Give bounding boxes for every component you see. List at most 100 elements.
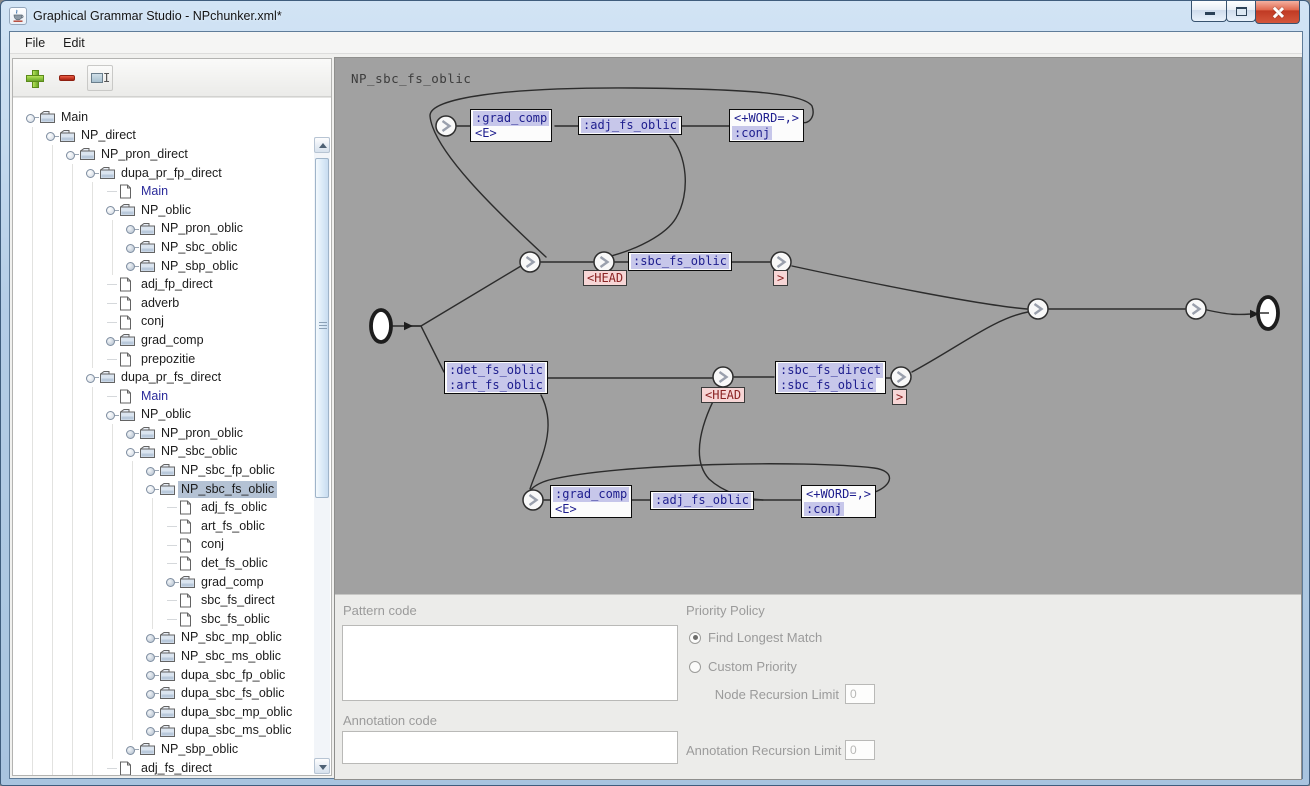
tree-expand-handle[interactable] — [105, 201, 119, 220]
minimize-button[interactable] — [1191, 1, 1227, 22]
tree-expand-handle[interactable] — [85, 368, 99, 387]
scroll-down-button[interactable] — [314, 758, 330, 774]
tree-node-label[interactable]: NP_pron_direct — [98, 146, 191, 163]
scrollbar-thumb[interactable] — [315, 158, 329, 498]
tree-node[interactable]: NP_sbc_fs_oblic — [25, 479, 314, 499]
tree-expand-handle[interactable] — [145, 480, 159, 499]
rename-button[interactable]: I — [87, 64, 113, 91]
scroll-up-button[interactable] — [314, 137, 330, 153]
tree-node-label[interactable]: prepozitie — [138, 351, 198, 368]
state-nodes[interactable] — [369, 115, 1280, 511]
tree-node[interactable]: NP_oblic — [25, 200, 314, 220]
tree-node-label[interactable]: dupa_sbc_fp_oblic — [178, 667, 288, 684]
tree-expand-handle[interactable] — [125, 238, 139, 257]
tree-node-label[interactable]: NP_oblic — [138, 406, 194, 423]
tree-node-label[interactable]: dupa_sbc_fs_oblic — [178, 685, 288, 702]
tree-node[interactable]: conj — [25, 535, 314, 555]
tree-node-label[interactable]: adj_fs_direct — [138, 760, 215, 775]
tree-node-label[interactable]: NP_oblic — [138, 202, 194, 219]
tree-node-label[interactable]: Main — [138, 183, 171, 200]
remove-button[interactable] — [54, 65, 80, 91]
transition-box-adj-fs-oblic-bottom[interactable]: :adj_fs_oblic — [650, 491, 754, 510]
tree-node-label[interactable]: adverb — [138, 295, 182, 312]
tree-expand-handle[interactable] — [145, 703, 159, 722]
tree-node[interactable]: adverb — [25, 293, 314, 313]
menu-edit[interactable]: Edit — [54, 33, 94, 53]
tree-node[interactable]: dupa_pr_fp_direct — [25, 163, 314, 183]
tree-node[interactable]: NP_sbc_oblic — [25, 238, 314, 257]
tree-expand-handle[interactable] — [145, 684, 159, 703]
tree-expand-handle[interactable] — [165, 591, 179, 610]
tree-node-label[interactable]: art_fs_oblic — [198, 518, 268, 535]
tree-expand-handle[interactable] — [125, 424, 139, 443]
tree-node[interactable]: dupa_sbc_fs_oblic — [25, 684, 314, 703]
tree-node[interactable]: NP_sbc_fp_oblic — [25, 461, 314, 480]
tree-node[interactable]: prepozitie — [25, 349, 314, 369]
tree-node-label[interactable]: conj — [198, 536, 227, 553]
tree-node-label[interactable]: dupa_pr_fp_direct — [118, 165, 225, 182]
transition-box-det-art-fs-oblic[interactable]: :det_fs_oblic :art_fs_oblic — [444, 361, 548, 394]
tree-node-label[interactable]: NP_sbp_oblic — [158, 258, 241, 275]
tree-expand-handle[interactable] — [145, 722, 159, 741]
tree-expand-handle[interactable] — [145, 666, 159, 685]
menu-file[interactable]: File — [16, 33, 54, 53]
pattern-code-input[interactable] — [342, 625, 678, 701]
tree-node-label[interactable]: NP_sbp_oblic — [158, 741, 241, 758]
head-tag[interactable]: <HEAD — [701, 387, 746, 403]
radio-button-icon[interactable] — [689, 631, 701, 644]
tree-expand-handle[interactable] — [125, 740, 139, 759]
tree-node-label[interactable]: NP_sbc_oblic — [158, 443, 240, 460]
close-button[interactable] — [1255, 1, 1300, 24]
tree-node[interactable]: art_fs_oblic — [25, 517, 314, 536]
tree-node[interactable]: NP_oblic — [25, 405, 314, 425]
tree-node[interactable]: adj_fp_direct — [25, 275, 314, 294]
tree-expand-handle[interactable] — [145, 629, 159, 648]
tree-node-label[interactable]: NP_direct — [78, 127, 139, 144]
tree-node[interactable]: NP_pron_oblic — [25, 424, 314, 443]
annotation-code-input[interactable] — [342, 731, 678, 764]
head-tag[interactable]: <HEAD — [583, 270, 628, 286]
annotation-recursion-limit-input[interactable] — [845, 740, 875, 760]
tree-expand-handle[interactable] — [165, 610, 179, 629]
transition-box-grad-comp-bottom[interactable]: :grad_comp <E> — [550, 485, 633, 518]
tree-node-label[interactable]: sbc_fs_oblic — [198, 611, 273, 628]
tree-node-label[interactable]: sbc_fs_direct — [198, 592, 278, 609]
radio-button-icon[interactable] — [689, 660, 701, 673]
tree-expand-handle[interactable] — [165, 573, 179, 592]
tree-node-label[interactable]: NP_sbc_fp_oblic — [178, 462, 278, 479]
tree-node-label[interactable]: NP_sbc_mp_oblic — [178, 629, 285, 646]
transition-box-adj-fs-oblic-top[interactable]: :adj_fs_oblic — [578, 116, 682, 135]
tree-node[interactable]: dupa_sbc_ms_oblic — [25, 721, 314, 741]
transition-box-word-conj-top[interactable]: <+WORD=,> :conj — [729, 109, 805, 142]
tree-node[interactable]: NP_sbp_oblic — [25, 256, 314, 276]
tree-node[interactable]: conj — [25, 312, 314, 332]
tree-expand-handle[interactable] — [85, 164, 99, 183]
tree-node-label[interactable]: adj_fp_direct — [138, 276, 216, 293]
tree-node[interactable]: Main — [25, 182, 314, 201]
tree-node[interactable]: sbc_fs_direct — [25, 591, 314, 611]
tree-node-label[interactable]: NP_pron_oblic — [158, 220, 246, 237]
tree-node-label[interactable]: NP_sbc_ms_oblic — [178, 648, 284, 665]
tree-node[interactable]: det_fs_oblic — [25, 554, 314, 573]
tree-node[interactable]: NP_sbc_mp_oblic — [25, 628, 314, 648]
transition-box-sbc-fs-oblic-mid[interactable]: :sbc_fs_oblic — [628, 252, 732, 271]
tree-node[interactable]: grad_comp — [25, 331, 314, 350]
custom-priority-option[interactable]: Custom Priority — [689, 659, 797, 674]
tree-expand-handle[interactable] — [105, 350, 119, 369]
tree-expand-handle[interactable] — [65, 145, 79, 164]
tree-expand-handle[interactable] — [165, 517, 179, 536]
tree-node[interactable]: adj_fs_oblic — [25, 498, 314, 518]
tree-node-label[interactable]: grad_comp — [138, 332, 207, 349]
priority-tag[interactable]: > — [892, 389, 908, 405]
tree-node-label[interactable]: Main — [58, 109, 91, 126]
tree-node-label[interactable]: conj — [138, 313, 167, 330]
tree-expand-handle[interactable] — [25, 108, 39, 127]
tree-node[interactable]: dupa_sbc_mp_oblic — [25, 703, 314, 722]
tree-node-label[interactable]: dupa_sbc_mp_oblic — [178, 704, 295, 721]
tree-expand-handle[interactable] — [165, 536, 179, 555]
tree-node-label[interactable]: dupa_pr_fs_direct — [118, 369, 224, 386]
tree-node[interactable]: grad_comp — [25, 572, 314, 592]
tree-node-label[interactable]: NP_sbc_oblic — [158, 239, 240, 256]
tree-expand-handle[interactable] — [125, 257, 139, 276]
tree-node-label[interactable]: grad_comp — [198, 574, 267, 591]
